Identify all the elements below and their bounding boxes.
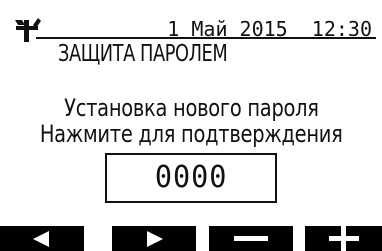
left-arrow-icon — [33, 230, 49, 247]
pin-input-field[interactable]: 0000 — [105, 153, 277, 203]
wrench-screwdriver-icon — [12, 12, 44, 44]
softkey-right-button[interactable] — [112, 226, 196, 251]
plus-icon — [328, 226, 359, 251]
minus-icon — [234, 236, 268, 241]
password-protection-screen: 1 Май 2015 12:30 ЗАЩИТА ПАРОЛЕМ Установк… — [0, 0, 382, 251]
softkey-minus-button[interactable] — [209, 226, 293, 251]
right-arrow-icon — [147, 230, 163, 247]
page-title: ЗАЩИТА ПАРОЛЕМ — [58, 41, 228, 67]
instruction-line-1: Установка нового пароля — [0, 95, 382, 121]
date-time: 1 Май 2015 12:30 — [167, 17, 372, 41]
header-divider — [36, 37, 376, 39]
instruction-text-1: Установка нового пароля — [63, 94, 319, 122]
softkey-left-button[interactable] — [0, 226, 84, 251]
instruction-line-2: Нажмите для подтверждения — [0, 121, 382, 147]
instruction-text-2: Нажмите для подтверждения — [39, 120, 343, 148]
softkey-plus-button[interactable] — [305, 226, 382, 251]
pin-value: 0000 — [154, 160, 228, 195]
